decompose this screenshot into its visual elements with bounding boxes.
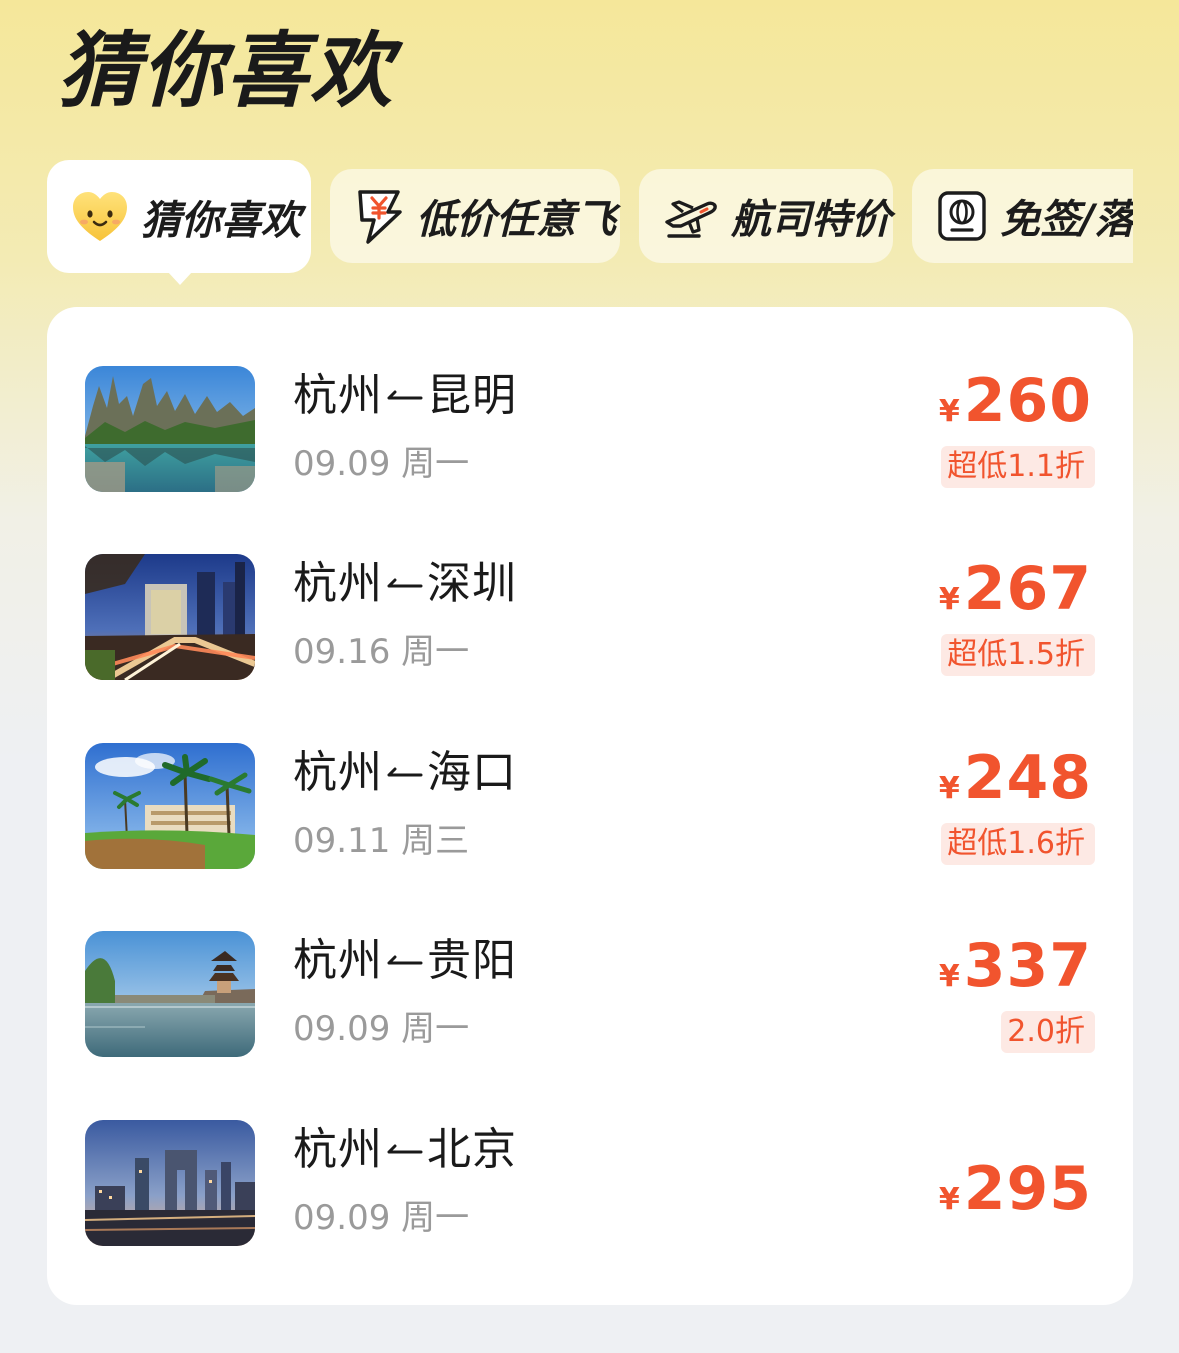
flight-deal-row[interactable]: 杭州 海口 09.11 周三 ¥248 超低1.6折	[47, 743, 1133, 873]
route-label: 杭州 昆明	[293, 370, 517, 421]
tab-guess-you-like[interactable]: 猜你喜欢	[47, 160, 311, 273]
flight-price: ¥337	[939, 933, 1092, 1014]
flight-deal-row[interactable]: 杭州 北京 09.09 周一 ¥295	[47, 1120, 1133, 1250]
discount-badge: 2.0折	[1001, 1011, 1095, 1053]
page-title: 猜你喜欢	[58, 24, 394, 119]
price-value: 267	[963, 554, 1092, 624]
passport-icon	[936, 190, 988, 242]
flight-date: 09.09 周一	[293, 444, 470, 484]
flight-date: 09.16 周一	[293, 632, 470, 672]
flight-deal-row[interactable]: 杭州 昆明 09.09 周一 ¥260 超低1.1折	[47, 366, 1133, 496]
price-value: 260	[963, 366, 1092, 436]
stone-forest-lake-image	[85, 366, 255, 492]
tab-visa-free[interactable]: 免签/落地	[912, 169, 1133, 263]
flight-date: 09.09 周一	[293, 1198, 470, 1238]
route-label: 杭州 深圳	[293, 558, 517, 609]
flight-deal-row[interactable]: 杭州 深圳 09.16 周一 ¥267 超低1.5折	[47, 554, 1133, 684]
active-tab-pointer	[167, 271, 193, 285]
currency-symbol: ¥	[938, 771, 960, 806]
price-value: 295	[963, 1154, 1092, 1224]
flight-date: 09.09 周一	[293, 1009, 470, 1049]
flight-deals-list: 杭州 昆明 09.09 周一 ¥260 超低1.1折 杭州 深圳 09.16 周…	[47, 307, 1133, 1305]
tab-label: 航司特价	[731, 197, 891, 243]
tab-airline-deals[interactable]: 航司特价	[639, 169, 893, 263]
airplane-icon	[663, 192, 719, 240]
flight-deal-row[interactable]: 杭州 贵阳 09.09 周一 ¥337 2.0折	[47, 931, 1133, 1061]
tab-low-price[interactable]: 低价任意飞	[330, 169, 620, 263]
arrow-right-icon	[387, 1144, 423, 1154]
yen-lightning-icon	[354, 188, 404, 244]
arrow-right-icon	[387, 955, 423, 965]
flight-price: ¥260	[939, 368, 1092, 449]
beijing-skyline-image	[85, 1120, 255, 1246]
heart-smile-icon	[71, 191, 129, 243]
category-tabs: 猜你喜欢 低价任意飞 航司特价 免签/落	[47, 160, 1133, 310]
city-night-traffic-image	[85, 554, 255, 680]
price-value: 337	[963, 931, 1092, 1001]
palm-trees-building-image	[85, 743, 255, 869]
price-value: 248	[963, 743, 1092, 813]
discount-badge: 超低1.1折	[941, 446, 1095, 488]
arrow-right-icon	[387, 390, 423, 400]
flight-date: 09.11 周三	[293, 821, 470, 861]
currency-symbol: ¥	[938, 959, 960, 994]
discount-badge: 超低1.6折	[941, 823, 1095, 865]
flight-price: ¥248	[939, 745, 1092, 826]
arrow-right-icon	[387, 767, 423, 777]
route-label: 杭州 北京	[293, 1124, 517, 1175]
currency-symbol: ¥	[938, 394, 960, 429]
tab-label: 免签/落地	[1000, 197, 1133, 243]
tab-label: 猜你喜欢	[141, 197, 301, 244]
discount-badge: 超低1.5折	[941, 634, 1095, 676]
flight-price: ¥295	[939, 1156, 1092, 1237]
route-label: 杭州 海口	[293, 747, 517, 798]
flight-price: ¥267	[939, 556, 1092, 637]
currency-symbol: ¥	[938, 582, 960, 617]
tab-label: 低价任意飞	[416, 197, 616, 243]
route-label: 杭州 贵阳	[293, 935, 517, 986]
river-pavilion-image	[85, 931, 255, 1057]
currency-symbol: ¥	[938, 1182, 960, 1217]
arrow-right-icon	[387, 578, 423, 588]
